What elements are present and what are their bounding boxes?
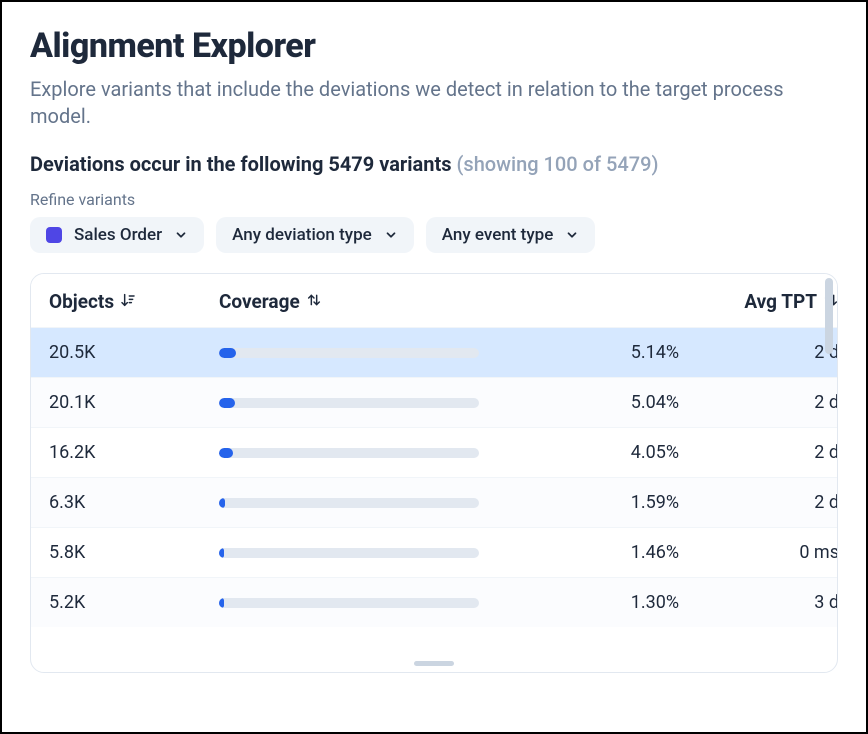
page-title: Alignment Explorer: [30, 26, 838, 66]
chevron-down-icon: [565, 228, 579, 242]
table-row[interactable]: 6.3K 1.59%2 d: [31, 477, 837, 527]
filter-event-type[interactable]: Any event type: [426, 217, 596, 253]
cell-coverage-bar: [219, 498, 519, 508]
cell-objects: 20.1K: [49, 392, 219, 413]
chevron-down-icon: [174, 228, 188, 242]
coverage-bar-fill: [219, 498, 225, 508]
column-header-coverage[interactable]: Coverage: [219, 290, 519, 313]
resize-handle[interactable]: [414, 661, 454, 666]
variants-summary-prefix: Deviations occur in the following: [30, 152, 328, 176]
coverage-bar-track: [219, 598, 479, 608]
variants-summary-suffix: variants: [374, 152, 451, 176]
object-type-swatch: [46, 227, 62, 243]
cell-coverage-bar: [219, 448, 519, 458]
variants-table: Objects Coverage Avg TPT 20.5K5.14%2 d20…: [30, 273, 838, 673]
cell-objects: 5.2K: [49, 592, 219, 613]
table-row[interactable]: 20.1K 5.04%2 d: [31, 377, 837, 427]
table-row[interactable]: 16.2K 4.05%2 d: [31, 427, 837, 477]
cell-coverage-bar: [219, 348, 519, 358]
coverage-bar-track: [219, 548, 479, 558]
cell-avg-tpt: 3 d: [679, 592, 837, 613]
alignment-explorer-panel: Alignment Explorer Explore variants that…: [0, 0, 868, 734]
variants-total-count: 5479: [328, 152, 374, 176]
page-subtitle: Explore variants that include the deviat…: [30, 76, 838, 130]
cell-coverage-bar: [219, 398, 519, 408]
variants-summary: Deviations occur in the following 5479 v…: [30, 152, 838, 176]
coverage-bar-fill: [219, 448, 233, 458]
table-header-row: Objects Coverage Avg TPT: [31, 274, 837, 327]
sort-desc-icon: [120, 290, 136, 313]
cell-coverage-value: 4.05%: [519, 442, 679, 463]
column-header-objects[interactable]: Objects: [49, 290, 219, 313]
cell-coverage-value: 5.14%: [519, 342, 679, 363]
cell-coverage-bar: [219, 548, 519, 558]
coverage-bar-fill: [219, 598, 224, 608]
table-row[interactable]: 5.2K 1.30%3 d: [31, 577, 837, 627]
column-header-avg-tpt-label: Avg TPT: [744, 290, 817, 313]
table-row[interactable]: 20.5K 5.14%2 d: [31, 327, 837, 377]
filter-bar: Sales Order Any deviation type Any event…: [30, 217, 838, 253]
chevron-down-icon: [384, 228, 398, 242]
cell-coverage-value: 1.30%: [519, 592, 679, 613]
column-header-avg-tpt[interactable]: Avg TPT: [679, 290, 838, 313]
cell-avg-tpt: 2 d: [679, 442, 837, 463]
cell-coverage-value: 1.59%: [519, 492, 679, 513]
cell-avg-tpt: 2 d: [679, 342, 837, 363]
cell-objects: 20.5K: [49, 342, 219, 363]
coverage-bar-fill: [219, 348, 236, 358]
cell-objects: 6.3K: [49, 492, 219, 513]
column-header-coverage-label: Coverage: [219, 290, 300, 313]
coverage-bar-fill: [219, 398, 235, 408]
variants-showing-count: (showing 100 of 5479): [452, 152, 659, 176]
cell-objects: 5.8K: [49, 542, 219, 563]
cell-objects: 16.2K: [49, 442, 219, 463]
table-body: 20.5K5.14%2 d20.1K5.04%2 d16.2K4.05%2 d6…: [31, 327, 837, 657]
filter-object-type-label: Sales Order: [74, 225, 162, 245]
sort-icon: [306, 290, 322, 313]
filter-deviation-type-label: Any deviation type: [232, 225, 372, 245]
table-row[interactable]: 5.8K 1.46%0 ms: [31, 527, 837, 577]
cell-coverage-value: 5.04%: [519, 392, 679, 413]
cell-avg-tpt: 2 d: [679, 492, 837, 513]
cell-coverage-value: 1.46%: [519, 542, 679, 563]
coverage-bar-track: [219, 348, 479, 358]
filter-event-type-label: Any event type: [442, 225, 554, 245]
filter-object-type[interactable]: Sales Order: [30, 217, 204, 253]
refine-variants-label: Refine variants: [30, 190, 838, 209]
coverage-bar-track: [219, 398, 479, 408]
cell-coverage-bar: [219, 598, 519, 608]
coverage-bar-track: [219, 498, 479, 508]
coverage-bar-fill: [219, 548, 224, 558]
coverage-bar-track: [219, 448, 479, 458]
scrollbar[interactable]: [825, 278, 833, 354]
cell-avg-tpt: 2 d: [679, 392, 837, 413]
column-header-objects-label: Objects: [49, 290, 114, 313]
filter-deviation-type[interactable]: Any deviation type: [216, 217, 414, 253]
cell-avg-tpt: 0 ms: [679, 542, 837, 563]
